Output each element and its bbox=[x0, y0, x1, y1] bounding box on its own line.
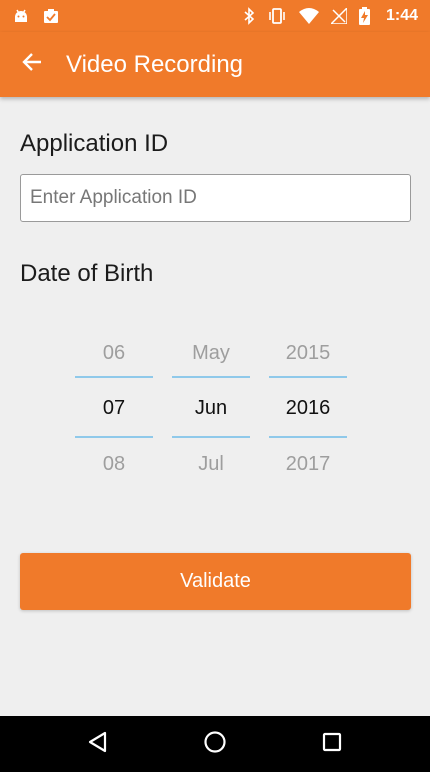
year-picker[interactable]: 2015 2016 2017 bbox=[269, 330, 347, 490]
year-prev-value[interactable]: 2015 bbox=[269, 342, 347, 365]
nav-recents-button[interactable] bbox=[302, 716, 362, 772]
page-title: Video Recording bbox=[66, 50, 244, 78]
back-button[interactable] bbox=[0, 32, 64, 97]
back-arrow-icon bbox=[21, 51, 43, 78]
month-prev-value[interactable]: May bbox=[172, 342, 250, 365]
android-debug-icon bbox=[12, 7, 30, 25]
nav-back-button[interactable] bbox=[68, 716, 128, 772]
year-selected-value[interactable]: 2016 bbox=[269, 397, 347, 420]
recents-square-icon bbox=[322, 732, 342, 757]
month-next-value[interactable]: Jul bbox=[172, 453, 250, 476]
bluetooth-icon bbox=[243, 7, 255, 25]
home-circle-icon bbox=[203, 730, 227, 759]
month-divider-bottom bbox=[172, 436, 250, 438]
day-selected-value[interactable]: 07 bbox=[75, 397, 153, 420]
nav-home-button[interactable] bbox=[185, 716, 245, 772]
status-right-group: 1:44 bbox=[243, 7, 418, 25]
year-divider-top bbox=[269, 376, 347, 378]
back-triangle-icon bbox=[87, 731, 109, 758]
status-time: 1:44 bbox=[385, 7, 418, 24]
day-prev-value[interactable]: 06 bbox=[75, 342, 153, 365]
month-selected-value[interactable]: Jun bbox=[172, 397, 250, 420]
day-picker[interactable]: 06 07 08 bbox=[75, 330, 153, 490]
month-picker[interactable]: May Jun Jul bbox=[172, 330, 250, 490]
system-nav-bar bbox=[0, 716, 430, 772]
application-id-input[interactable] bbox=[20, 174, 411, 222]
wifi-icon bbox=[298, 8, 319, 24]
day-divider-bottom bbox=[75, 436, 153, 438]
status-left-group bbox=[12, 7, 60, 25]
validate-button[interactable]: Validate bbox=[20, 553, 411, 610]
status-bar: 1:44 bbox=[0, 0, 430, 32]
year-next-value[interactable]: 2017 bbox=[269, 453, 347, 476]
battery-charging-icon bbox=[358, 7, 370, 25]
application-id-label: Application ID bbox=[20, 130, 169, 157]
date-of-birth-label: Date of Birth bbox=[20, 260, 154, 287]
app-bar: Video Recording bbox=[0, 32, 430, 97]
day-divider-top bbox=[75, 376, 153, 378]
vibrate-icon bbox=[267, 7, 287, 25]
month-divider-top bbox=[172, 376, 250, 378]
day-next-value[interactable]: 08 bbox=[75, 453, 153, 476]
signal-icon bbox=[330, 8, 347, 24]
year-divider-bottom bbox=[269, 436, 347, 438]
clipboard-check-icon bbox=[42, 7, 60, 25]
